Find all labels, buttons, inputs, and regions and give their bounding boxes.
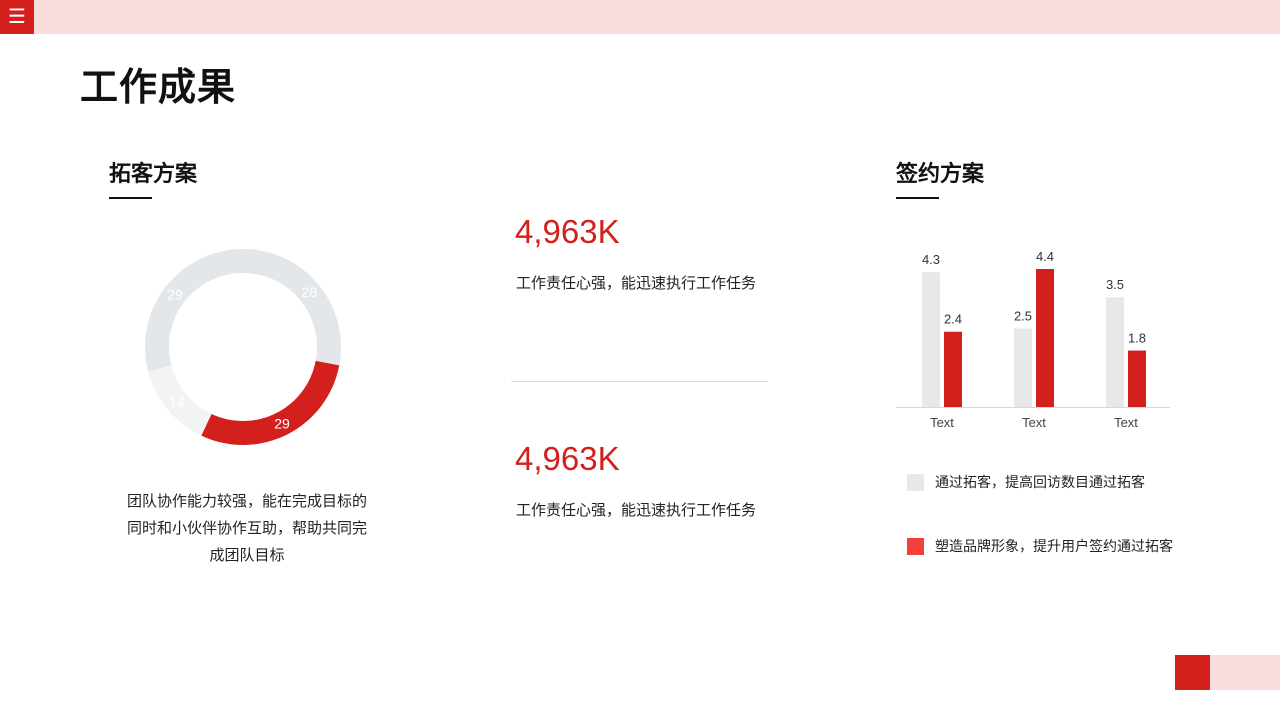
menu-button[interactable]: ☰ [0,0,34,34]
legend-item-2: 塑造品牌形象，提升用户签约通过拓客 [907,536,1173,556]
category-label: Text [930,415,954,430]
legend-swatch-1 [907,473,924,491]
donut-slice [201,360,340,445]
stat-desc-1: 工作责任心强，能迅速执行工作任务 [516,275,757,292]
bar [944,331,962,407]
donut-slice-label: 28 [301,284,317,300]
bar-value-label: 4.3 [922,252,940,267]
legend-label-1: 通过拓客，提高回访数目通过拓客 [935,474,1145,490]
bar-value-label: 2.5 [1014,309,1032,324]
donut-slice [145,249,243,372]
bar [922,272,940,407]
bar [1106,297,1124,407]
donut-slice [243,249,341,366]
left-description: 团队协作能力较强，能在完成目标的同时和小伙伴协作互助，帮助共同完成团队目标 [126,493,367,564]
bar-value-label: 1.8 [1128,331,1146,346]
donut-chart: 28 29 14 29 [145,249,341,445]
bar [1036,269,1054,407]
section-title-left: 拓客方案 [109,161,198,186]
section-underline-right [896,197,939,199]
bar-value-label: 3.5 [1106,277,1124,292]
donut-slice-label: 29 [167,286,183,302]
stat-desc-2: 工作责任心强，能迅速执行工作任务 [516,502,757,519]
bar-chart: 4.3 2.4 Text 2.5 4.4 Text 3.5 1.8 Text [896,249,1170,430]
bar [1128,350,1146,407]
category-label: Text [1114,415,1138,430]
legend-swatch-2 [907,537,924,555]
stat-value-1: 4,963K [515,213,620,250]
section-title-right: 签约方案 [896,161,985,186]
page-title: 工作成果 [80,67,237,109]
legend-item-1: 通过拓客，提高回访数目通过拓客 [907,472,1145,492]
corner-decoration-red [1175,655,1210,690]
bar [1014,328,1032,407]
bar-value-label: 4.4 [1036,249,1054,264]
top-bar [0,0,1280,34]
legend-label-2: 塑造品牌形象，提升用户签约通过拓客 [935,538,1173,554]
donut-slice-label: 29 [274,416,290,432]
menu-icon: ☰ [8,6,26,28]
stat-value-2: 4,963K [515,440,620,477]
section-underline-left [109,197,152,199]
divider [511,381,768,382]
donut-slice-label: 14 [169,394,185,410]
bar-value-label: 2.4 [944,312,962,327]
corner-decoration-pink [1210,655,1280,690]
category-label: Text [1022,415,1046,430]
